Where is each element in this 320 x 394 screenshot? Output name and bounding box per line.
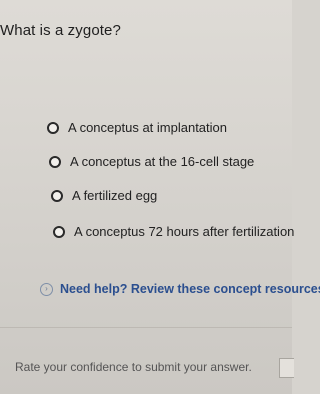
- radio-button-icon[interactable]: [47, 121, 59, 134]
- radio-button-icon[interactable]: [53, 225, 65, 238]
- help-resources-label: Need help? Review these concept resource…: [60, 282, 320, 296]
- radio-button-icon[interactable]: [51, 189, 63, 202]
- answer-option-label: A fertilized egg: [72, 188, 158, 203]
- confidence-rating-button[interactable]: [279, 358, 294, 378]
- answer-option-2[interactable]: A conceptus at the 16-cell stage: [49, 154, 254, 169]
- answer-option-label: A conceptus 72 hours after fertilization: [74, 224, 295, 239]
- chevron-right-icon: ›: [40, 282, 53, 296]
- answer-options: A conceptus at implantation A conceptus …: [0, 0, 294, 260]
- answer-option-1[interactable]: A conceptus at implantation: [47, 120, 227, 135]
- answer-option-4[interactable]: A conceptus 72 hours after fertilization: [53, 224, 294, 239]
- quiz-page: What is a zygote? A conceptus at implant…: [0, 0, 320, 394]
- section-divider: [0, 327, 292, 328]
- confidence-prompt: Rate your confidence to submit your answ…: [15, 360, 252, 374]
- answer-option-3[interactable]: A fertilized egg: [51, 188, 157, 203]
- answer-option-label: A conceptus at the 16-cell stage: [70, 154, 255, 169]
- answer-option-label: A conceptus at implantation: [68, 120, 227, 135]
- help-resources-link[interactable]: › Need help? Review these concept resour…: [40, 282, 320, 296]
- radio-button-icon[interactable]: [49, 155, 61, 168]
